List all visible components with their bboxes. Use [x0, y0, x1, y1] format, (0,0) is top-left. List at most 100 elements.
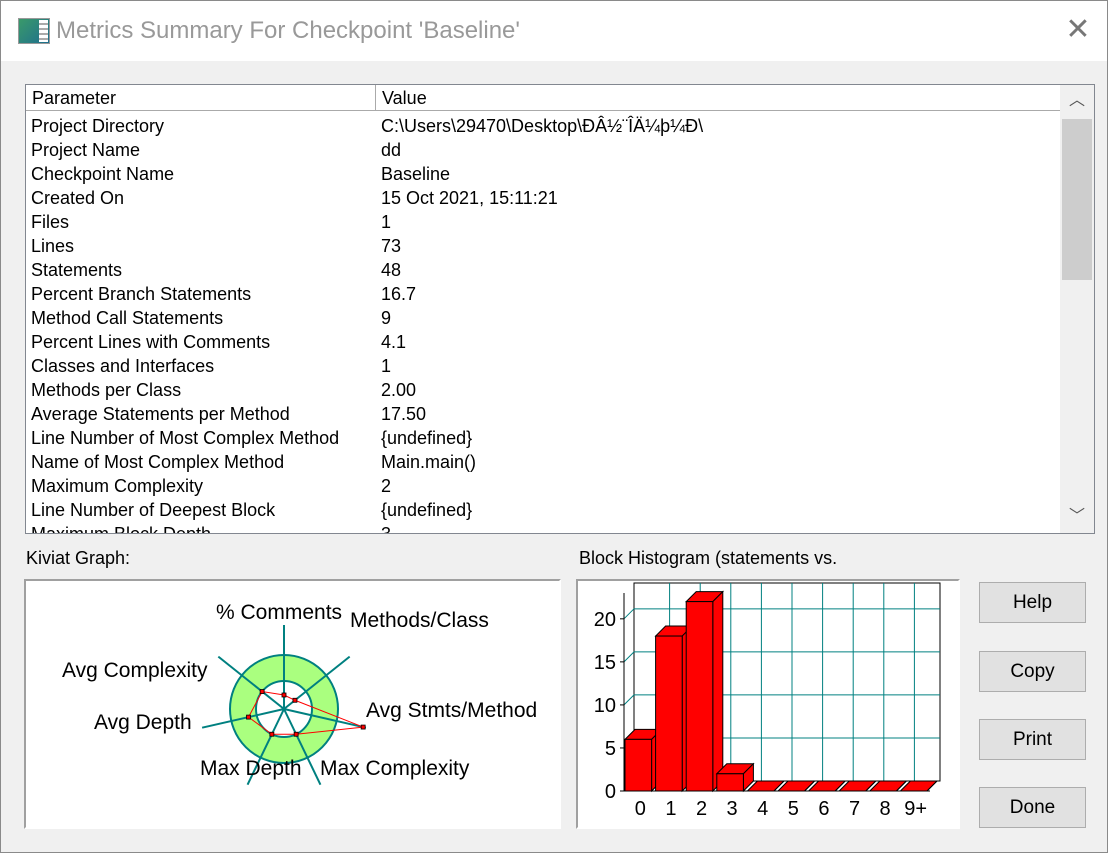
- parameter-cell: Classes and Interfaces: [31, 356, 215, 376]
- parameter-cell: Checkpoint Name: [31, 164, 175, 184]
- table-header: Parameter Value: [26, 85, 1062, 111]
- kiviat-axis-label: Methods/Class: [350, 609, 489, 632]
- gridline-side: [623, 694, 635, 706]
- y-tick-label: 15: [594, 652, 616, 674]
- table-row[interactable]: Project Directory C:\Users\29470\Desktop\…: [26, 114, 1062, 138]
- help-button[interactable]: Help: [979, 582, 1086, 623]
- value-cell: dd: [381, 140, 402, 160]
- table-row[interactable]: Name of Most Complex Method Main.main(): [26, 450, 1062, 474]
- y-tick-label: 10: [594, 695, 616, 717]
- x-tick-label: 9+: [904, 798, 927, 820]
- print-button[interactable]: Print: [979, 719, 1086, 760]
- app-icon: [18, 18, 50, 44]
- y-tick-label: 20: [594, 609, 616, 631]
- value-cell: Main.main(): [381, 452, 477, 472]
- parameter-cell: Project Directory: [31, 116, 165, 136]
- x-tick-label: 3: [727, 798, 738, 820]
- bar-side: [712, 590, 724, 793]
- table-body: Project Directory C:\Users\29470\Desktop\…: [26, 114, 1062, 534]
- table-row[interactable]: Maximum Block Depth 3: [26, 522, 1062, 534]
- value-cell: 48: [381, 260, 402, 280]
- kiviat-data-point: [281, 692, 287, 698]
- x-tick-label: 6: [818, 798, 829, 820]
- parameter-cell: Line Number of Most Complex Method: [31, 428, 340, 448]
- kiviat-data-point: [259, 689, 265, 694]
- y-tick-label: 5: [605, 738, 616, 760]
- kiviat-axis-label: Max Complexity: [320, 757, 470, 780]
- table-row[interactable]: Maximum Complexity 2: [26, 474, 1062, 498]
- table-row[interactable]: Files 1: [26, 210, 1062, 234]
- table-row[interactable]: Created On 15 Oct 2021, 15:11:21: [26, 186, 1062, 210]
- x-tick-label: 8: [880, 798, 891, 820]
- copy-button[interactable]: Copy: [979, 651, 1086, 692]
- value-cell: 2: [381, 476, 392, 496]
- kiviat-axis-label: Avg Stmts/Method: [366, 699, 537, 722]
- parameter-cell: Files: [31, 212, 70, 232]
- histogram-title: Block Histogram (statements vs.: [579, 548, 838, 568]
- bar: [624, 738, 653, 792]
- value-cell: 4.1: [381, 332, 407, 352]
- value-cell: 16.7: [381, 284, 417, 304]
- value-cell: 15 Oct 2021, 15:11:21: [381, 188, 558, 208]
- kiviat-axis-label: % Comments: [216, 601, 342, 624]
- parameter-cell: Line Number of Deepest Block: [31, 500, 276, 520]
- table-row[interactable]: Percent Branch Statements 16.7: [26, 282, 1062, 306]
- x-tick-label: 4: [757, 798, 768, 820]
- bar: [685, 601, 714, 792]
- parameter-cell: Methods per Class: [31, 380, 182, 400]
- value-cell: 17.50: [381, 404, 427, 424]
- kiviat-graph: % Comments Methods/Class Avg Stmts/Method M…: [62, 601, 537, 786]
- table-row[interactable]: Classes and Interfaces 1: [26, 354, 1062, 378]
- parameter-cell: Method Call Statements: [31, 308, 224, 328]
- x-tick-label: 5: [788, 798, 799, 820]
- window-title: Metrics Summary For Checkpoint 'Baseline…: [56, 17, 520, 44]
- value-cell: {undefined}: [381, 500, 473, 520]
- x-tick-label: 7: [849, 798, 860, 820]
- table-row[interactable]: Methods per Class 2.00: [26, 378, 1062, 402]
- done-button[interactable]: Done: [979, 787, 1086, 828]
- table-row[interactable]: Line Number of Deepest Block {undefined}: [26, 498, 1062, 522]
- vertical-scrollbar[interactable]: ︿ ﹀: [1060, 85, 1094, 533]
- table-row[interactable]: Lines 73: [26, 234, 1062, 258]
- column-header-value[interactable]: Value: [376, 85, 1062, 111]
- close-icon[interactable]: ✕: [1063, 15, 1093, 45]
- scroll-up-icon[interactable]: ︿: [1060, 85, 1094, 117]
- value-cell: 2.00: [381, 380, 417, 400]
- table-row[interactable]: Line Number of Most Complex Method {undef…: [26, 426, 1062, 450]
- table-row[interactable]: Average Statements per Method 17.50: [26, 402, 1062, 426]
- value-cell: 1: [381, 356, 392, 376]
- value-cell: 9: [381, 308, 392, 328]
- value-cell: Baseline: [381, 164, 451, 184]
- kiviat-axis-label: Avg Depth: [94, 711, 192, 734]
- table-row[interactable]: Statements 48: [26, 258, 1062, 282]
- bar: [655, 635, 683, 792]
- parameter-cell: Percent Lines with Comments: [31, 332, 271, 352]
- parameter-cell: Statements: [31, 260, 123, 280]
- kiviat-data-point: [269, 731, 275, 737]
- histogram-panel: 0 5 10 15 20 0 1 2 3 4 5 6 7 8 9+: [576, 579, 960, 829]
- parameter-cell: Lines: [31, 236, 75, 256]
- table-row[interactable]: Checkpoint Name Baseline: [26, 162, 1062, 186]
- table-row[interactable]: Project Name dd: [26, 138, 1062, 162]
- value-cell: 3: [381, 524, 392, 534]
- parameter-cell: Project Name: [31, 140, 141, 160]
- block-histogram: 051015200 1 2 3 4 5 6 7 8 9+: [594, 582, 941, 820]
- kiviat-label: Kiviat Graph:: [26, 548, 131, 568]
- parameter-cell: Average Statements per Method: [31, 404, 290, 424]
- y-tick-label: 0: [605, 781, 616, 803]
- column-header-parameter[interactable]: Parameter: [26, 85, 376, 111]
- value-cell: {undefined}: [381, 428, 473, 448]
- metrics-table: Parameter Value Project Directory C:\User…: [25, 84, 1095, 534]
- gridline-side: [623, 651, 635, 663]
- scrollbar-thumb[interactable]: [1062, 119, 1092, 280]
- table-row[interactable]: Percent Lines with Comments 4.1: [26, 330, 1062, 354]
- kiviat-data-point: [292, 697, 298, 703]
- value-cell: C:\Users\29470\Desktop\ĐÂ½¨ÎÄ¼þ¼Đ\: [381, 116, 704, 136]
- value-cell: 1: [381, 212, 392, 232]
- scroll-down-icon[interactable]: ﹀: [1060, 501, 1094, 533]
- kiviat-panel: % Comments Methods/Class Avg Stmts/Method M…: [24, 579, 561, 829]
- parameter-cell: Name of Most Complex Method: [31, 452, 285, 472]
- table-row[interactable]: Method Call Statements 9: [26, 306, 1062, 330]
- kiviat-data-point: [246, 714, 251, 720]
- kiviat-data-point: [293, 731, 299, 737]
